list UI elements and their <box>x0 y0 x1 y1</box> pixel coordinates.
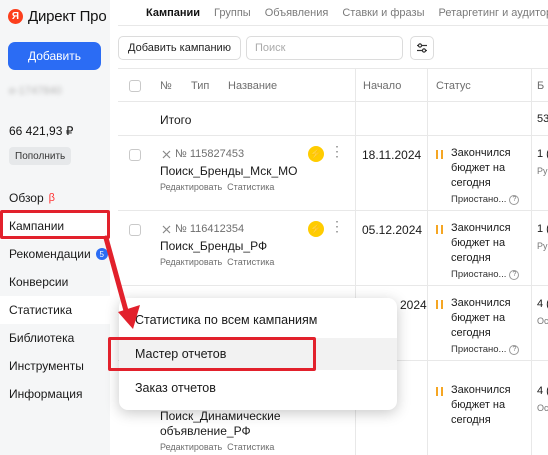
annotation-arrow <box>103 235 140 329</box>
arrow-head-icon <box>118 305 140 329</box>
